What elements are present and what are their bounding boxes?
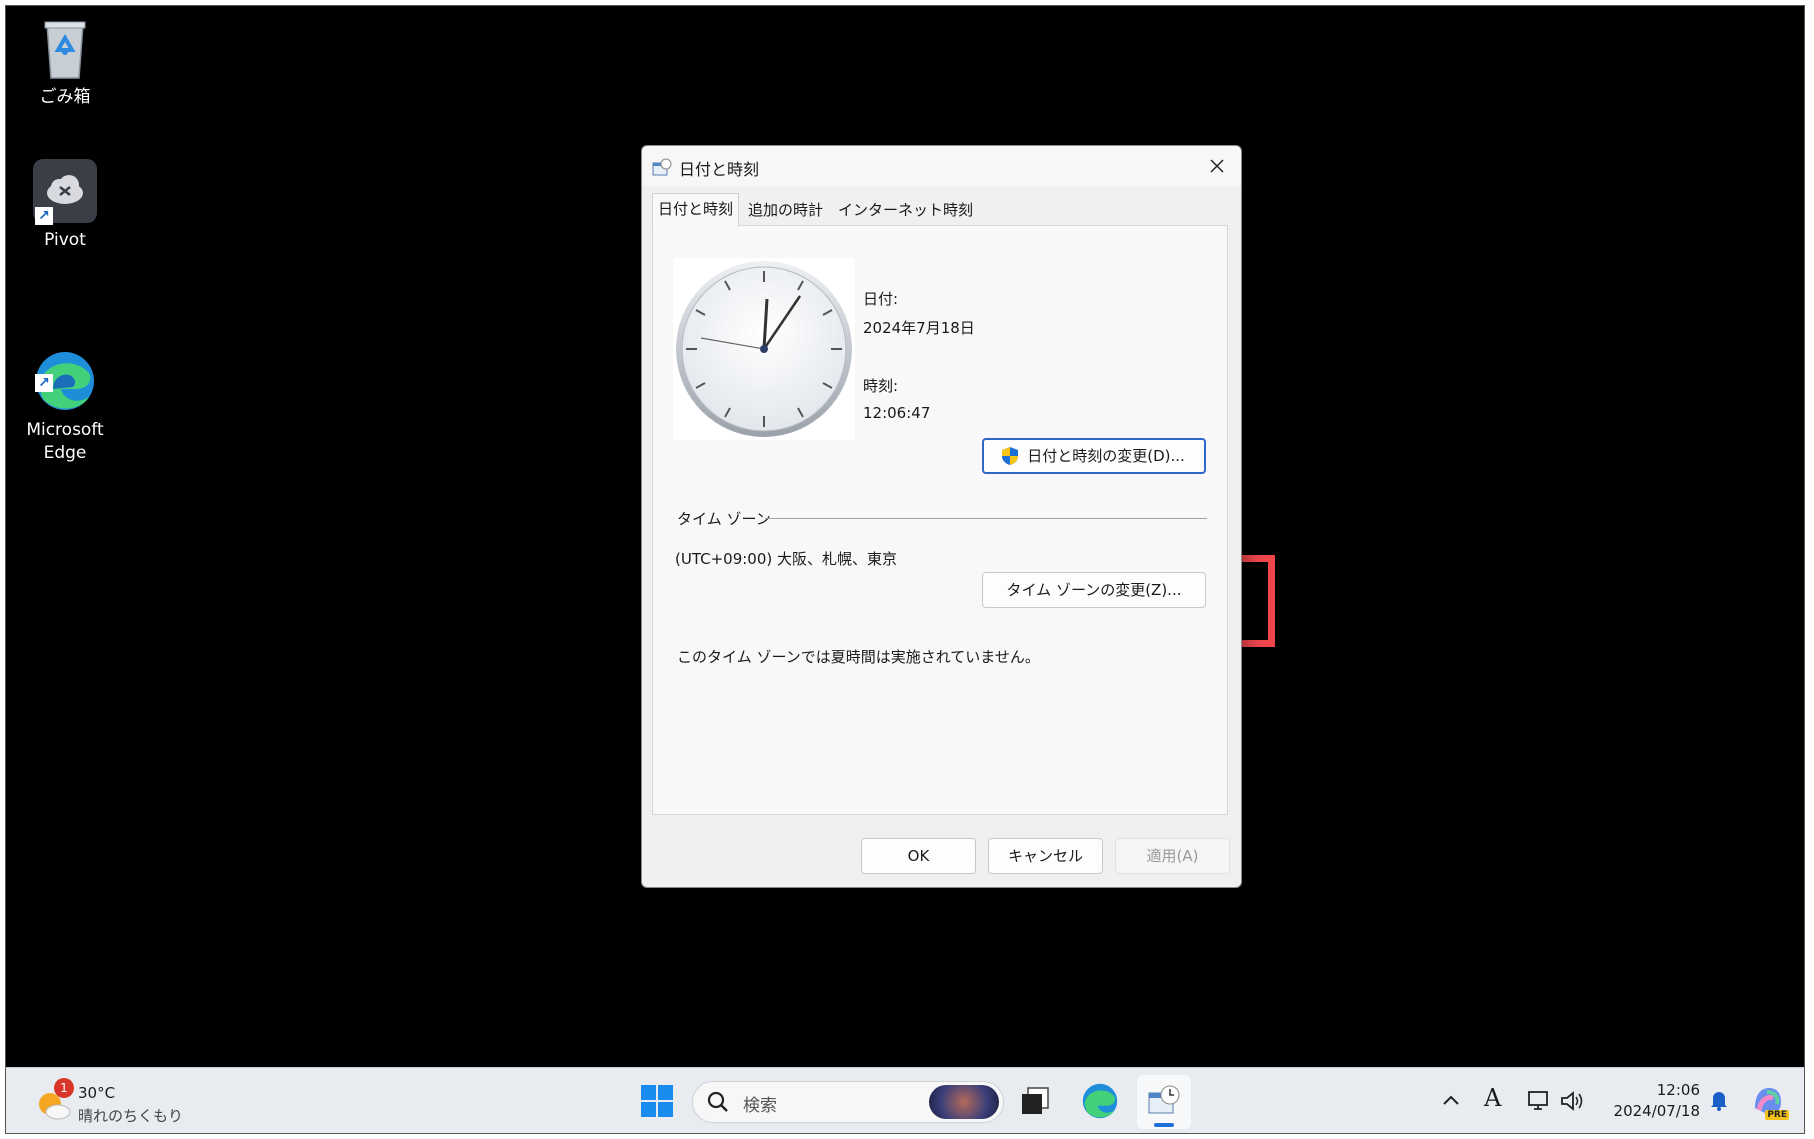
network-icon (1528, 1091, 1548, 1110)
time-label: 時刻: (863, 377, 899, 395)
date-value: 2024年7月18日 (863, 319, 975, 337)
start-button[interactable] (640, 1084, 676, 1120)
bell-icon (1711, 1092, 1727, 1111)
search-highlight-image (929, 1085, 999, 1119)
change-date-time-label: 日付と時刻の変更(D)... (1027, 447, 1185, 465)
analog-clock (673, 258, 855, 440)
desktop-icon-label: ごみ箱 (39, 87, 91, 107)
time-value: 12:06:47 (863, 404, 931, 422)
desktop-icon-recycle-bin[interactable]: ごみ箱 (10, 16, 120, 109)
close-icon (1210, 159, 1224, 173)
date-time-app-icon (652, 158, 672, 176)
weather-widget[interactable]: 1 30°C 晴れのちくもり (34, 1078, 194, 1126)
taskbar-datetime-app-button[interactable] (1137, 1075, 1191, 1129)
taskbar-clock[interactable]: 12:06 2024/07/18 (1602, 1080, 1700, 1122)
desktop-icon-pivot[interactable]: ↗ Pivot (10, 159, 120, 252)
recycle-bin-icon (33, 16, 97, 80)
volume-icon (1561, 1091, 1583, 1111)
calendar-clock-icon (1148, 1085, 1180, 1114)
notifications-button[interactable] (1707, 1088, 1733, 1114)
active-app-indicator (1154, 1123, 1174, 1127)
dst-note: このタイム ゾーンでは夏時間は実施されていません。 (677, 648, 1040, 666)
search-placeholder: 検索 (743, 1096, 777, 1116)
apply-button[interactable]: 適用(A) (1115, 838, 1230, 874)
tab-date-time[interactable]: 日付と時刻 (652, 193, 740, 227)
taskbar-search-box[interactable]: 検索 (692, 1081, 1004, 1123)
timezone-value: (UTC+09:00) 大阪、札幌、東京 (675, 550, 898, 568)
task-view-button[interactable] (1018, 1084, 1054, 1120)
network-button[interactable] (1526, 1088, 1554, 1116)
change-date-time-button[interactable]: 日付と時刻の変更(D)... (982, 438, 1206, 474)
tab-internet-time[interactable]: インターネット時刻 (833, 196, 978, 224)
shortcut-arrow-icon: ↗ (35, 374, 53, 392)
change-timezone-button[interactable]: タイム ゾーンの変更(Z)... (982, 572, 1206, 608)
ime-indicator[interactable]: A (1484, 1084, 1501, 1112)
date-time-dialog: 日付と時刻 日付と時刻 追加の時計 インターネット時刻 日付: 2024年7月1… (641, 145, 1242, 888)
desktop-icon-label: Microsoft Edge (26, 420, 104, 463)
date-label: 日付: (863, 290, 899, 308)
close-button[interactable] (1195, 148, 1239, 184)
weather-badge: 1 (54, 1078, 74, 1098)
dialog-title: 日付と時刻 (679, 160, 760, 179)
show-hidden-icons-button[interactable] (1440, 1090, 1464, 1114)
weather-desc: 晴れのちくもり (78, 1107, 184, 1125)
clock-time: 12:06 (1656, 1081, 1700, 1099)
timezone-divider (765, 518, 1207, 519)
weather-temp: 30°C (78, 1084, 116, 1102)
chevron-up-icon (1443, 1095, 1459, 1105)
ok-button[interactable]: OK (861, 838, 976, 874)
copilot-pre-badge: PRE (1765, 1110, 1789, 1120)
windows-logo-icon (641, 1085, 673, 1117)
desktop-icon-edge[interactable]: ↗ Microsoft Edge (10, 303, 120, 488)
cancel-button[interactable]: キャンセル (988, 838, 1103, 874)
uac-shield-icon (1002, 447, 1018, 465)
task-view-icon (1022, 1087, 1049, 1114)
search-icon (707, 1091, 728, 1112)
dialog-titlebar[interactable]: 日付と時刻 (642, 146, 1241, 186)
clock-date: 2024/07/18 (1613, 1102, 1700, 1120)
edge-browser-icon: ↗ (33, 326, 97, 410)
taskbar-edge-button[interactable] (1081, 1082, 1121, 1122)
pivot-app-icon: ↗ (33, 159, 97, 225)
tab-additional-clocks[interactable]: 追加の時計 (743, 196, 828, 224)
taskbar: 1 30°C 晴れのちくもり 検索 A 12:06 2024/07/18 PRE (6, 1067, 1804, 1133)
desktop-icon-label: Pivot (44, 230, 86, 250)
shortcut-arrow-icon: ↗ (35, 207, 53, 225)
timezone-section-label: タイム ゾーン (677, 510, 771, 528)
edge-browser-icon (1082, 1083, 1118, 1119)
copilot-button[interactable]: PRE (1749, 1082, 1789, 1122)
tab-panel-date-time: 日付: 2024年7月18日 時刻: 12:06:47 日付と時刻の変更(D).… (652, 225, 1228, 815)
volume-button[interactable] (1559, 1088, 1587, 1116)
